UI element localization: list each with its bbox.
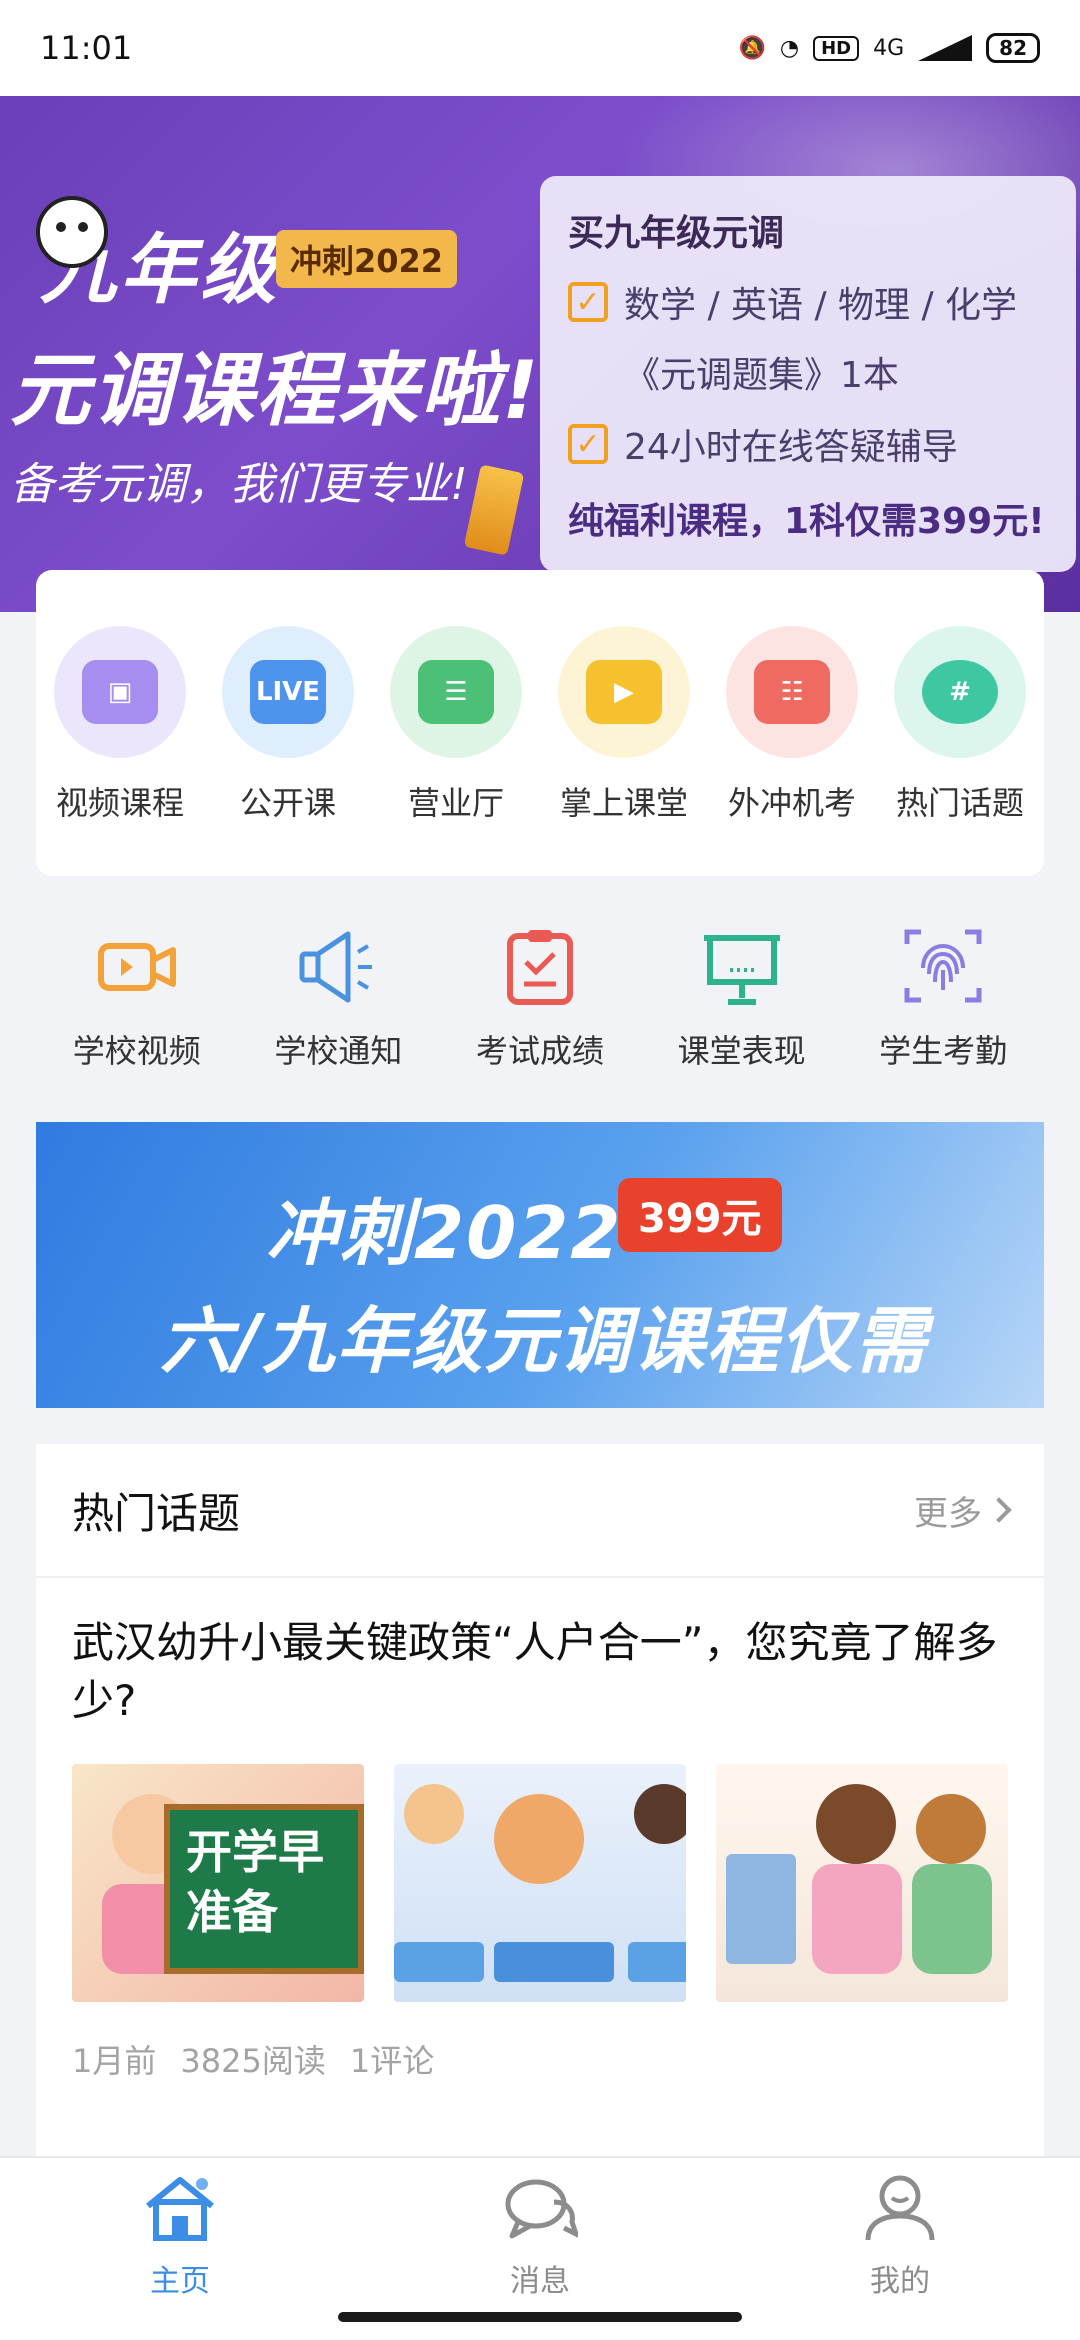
checkbox-icon: ✓: [568, 424, 608, 464]
feature-attendance[interactable]: 学生考勤: [853, 910, 1033, 1072]
article-thumbnails: 开学早准备: [72, 1764, 1008, 2002]
more-label: 更多: [914, 1493, 982, 1534]
home-indicator[interactable]: [338, 2312, 742, 2322]
tab-profile[interactable]: 我的: [800, 2172, 1000, 2340]
feature-school-notice[interactable]: 学校通知: [248, 910, 428, 1072]
offer-item: ✓ 24小时在线答疑辅导: [568, 418, 1048, 470]
article-reads: 3825阅读: [180, 2042, 326, 2080]
score-clipboard-icon: [506, 930, 573, 1005]
school-features-row: 学校视频 学校通知 考试成绩 课堂表现 学生考勤: [36, 910, 1044, 1090]
quick-link-label: 外冲机考: [727, 784, 856, 822]
quick-link-video-course[interactable]: ▣ 视频课程: [40, 626, 200, 876]
section-header: 热门话题 更多: [36, 1444, 1044, 1578]
feature-class-performance[interactable]: 课堂表现: [652, 910, 832, 1072]
feature-label: 学生考勤: [879, 1032, 1008, 1070]
article-meta: 1月前 3825阅读 1评论: [72, 2036, 1008, 2082]
network-label: 4G: [873, 35, 905, 61]
book-icon: [463, 464, 525, 556]
more-link[interactable]: 更多: [914, 1486, 1012, 1535]
quick-link-service-hall[interactable]: ☰ 营业厅: [376, 626, 536, 876]
play-screen-icon: ▶: [558, 626, 690, 758]
video-camera-icon: [97, 943, 176, 991]
quick-link-label: 掌上课堂: [559, 784, 688, 822]
quick-link-label: 视频课程: [55, 784, 184, 822]
feature-label: 课堂表现: [677, 1032, 806, 1070]
hot-topics-section: 热门话题 更多 武汉幼升小最关键政策“人户合一”，您究竟了解多少? 开学早准备: [36, 1444, 1044, 2158]
hero-banner[interactable]: 九年级 冲刺2022 元调课程来啦! 备考元调，我们更专业! 买九年级元调 ✓ …: [0, 96, 1080, 612]
hero-slogan: 备考元调，我们更专业!: [10, 459, 468, 510]
article-thumbnail: 开学早准备: [72, 1764, 364, 2002]
section-title: 热门话题: [72, 1488, 241, 1538]
quick-link-label: 公开课: [239, 784, 336, 822]
live-icon: LIVE: [222, 626, 354, 758]
offer-item-label: 24小时在线答疑辅导: [624, 427, 958, 468]
tab-label: 主页: [150, 2264, 210, 2299]
hd-badge: HD: [813, 35, 860, 61]
cartoon-face-icon: [36, 196, 108, 268]
offer-footer: 纯福利课程，1科仅需399元!: [568, 501, 1045, 542]
video-course-icon: ▣: [54, 626, 186, 758]
feature-exam-scores[interactable]: 考试成绩: [450, 910, 630, 1072]
feature-label: 考试成绩: [475, 1032, 604, 1070]
quick-link-label: 营业厅: [407, 784, 504, 822]
profile-icon: [865, 2175, 935, 2241]
tab-label: 消息: [510, 2264, 570, 2299]
home-icon: [146, 2177, 214, 2241]
feature-label: 学校视频: [72, 1032, 201, 1070]
article-thumbnail: [716, 1764, 1008, 2002]
tab-label: 我的: [870, 2264, 930, 2299]
article-title: 武汉幼升小最关键政策“人户合一”，您究竟了解多少?: [72, 1618, 998, 1725]
presentation-board-icon: [703, 935, 780, 1005]
alarm-icon: ◔: [779, 35, 800, 61]
fingerprint-icon: [904, 929, 982, 1003]
chat-bubble-icon: [505, 2179, 581, 2239]
tab-home[interactable]: 主页: [80, 2172, 280, 2340]
quick-link-mock-exam[interactable]: ☷ 外冲机考: [712, 626, 872, 876]
hero-offer-card: 买九年级元调 ✓ 数学 / 英语 / 物理 / 化学 《元调题集》1本 ✓ 24…: [540, 176, 1076, 572]
offer-item-sub: 《元调题集》1本: [624, 355, 899, 396]
status-time: 11:01: [40, 29, 133, 67]
checkbox-icon: ✓: [568, 282, 608, 322]
offer-item: ✓ 数学 / 英语 / 物理 / 化学: [568, 276, 1048, 328]
quick-link-hot-topics[interactable]: # 热门话题: [880, 626, 1040, 876]
mute-icon: 🔕: [738, 35, 766, 61]
article-comments: 1评论: [349, 2042, 435, 2080]
hashtag-icon: #: [894, 626, 1026, 758]
battery-icon: 82: [986, 33, 1040, 63]
status-icons: 🔕 ◔ HD 4G 82: [738, 33, 1040, 63]
hero-headline: 元调课程来啦!: [10, 344, 541, 437]
promo-price-badge: 399元: [618, 1178, 782, 1252]
quick-link-open-class[interactable]: LIVE 公开课: [208, 626, 368, 876]
article-thumbnail: [394, 1764, 686, 2002]
offer-item-label: 数学 / 英语 / 物理 / 化学: [624, 285, 1018, 326]
article-time: 1月前: [72, 2042, 157, 2080]
status-bar: 11:01 🔕 ◔ HD 4G 82: [0, 0, 1080, 96]
clipboard-icon: ☰: [390, 626, 522, 758]
promo-headline: 冲刺2022: [266, 1191, 623, 1275]
quick-link-label: 热门话题: [895, 784, 1024, 822]
megaphone-icon: [299, 931, 373, 1003]
quick-links-card: ▣ 视频课程 LIVE 公开课 ☰ 营业厅 ▶ 掌上课堂 ☷ 外冲机考 # 热门…: [36, 570, 1044, 876]
exam-screen-icon: ☷: [726, 626, 858, 758]
chalkboard-text: 开学早准备: [164, 1804, 364, 1974]
chevron-right-icon: [986, 1497, 1012, 1523]
promo-banner[interactable]: 冲刺2022 399元 六/九年级元调课程仅需: [36, 1122, 1044, 1408]
signal-icon: [918, 35, 973, 61]
quick-link-mobile-classroom[interactable]: ▶ 掌上课堂: [544, 626, 704, 876]
promo-subline: 六/九年级元调课程仅需: [160, 1299, 929, 1383]
offer-title: 买九年级元调: [568, 213, 785, 254]
feature-school-video[interactable]: 学校视频: [47, 910, 227, 1072]
article-item[interactable]: 武汉幼升小最关键政策“人户合一”，您究竟了解多少? 开学早准备 1月前 3825…: [36, 1578, 1044, 2082]
hero-tag: 冲刺2022: [276, 230, 458, 288]
feature-label: 学校通知: [274, 1032, 403, 1070]
